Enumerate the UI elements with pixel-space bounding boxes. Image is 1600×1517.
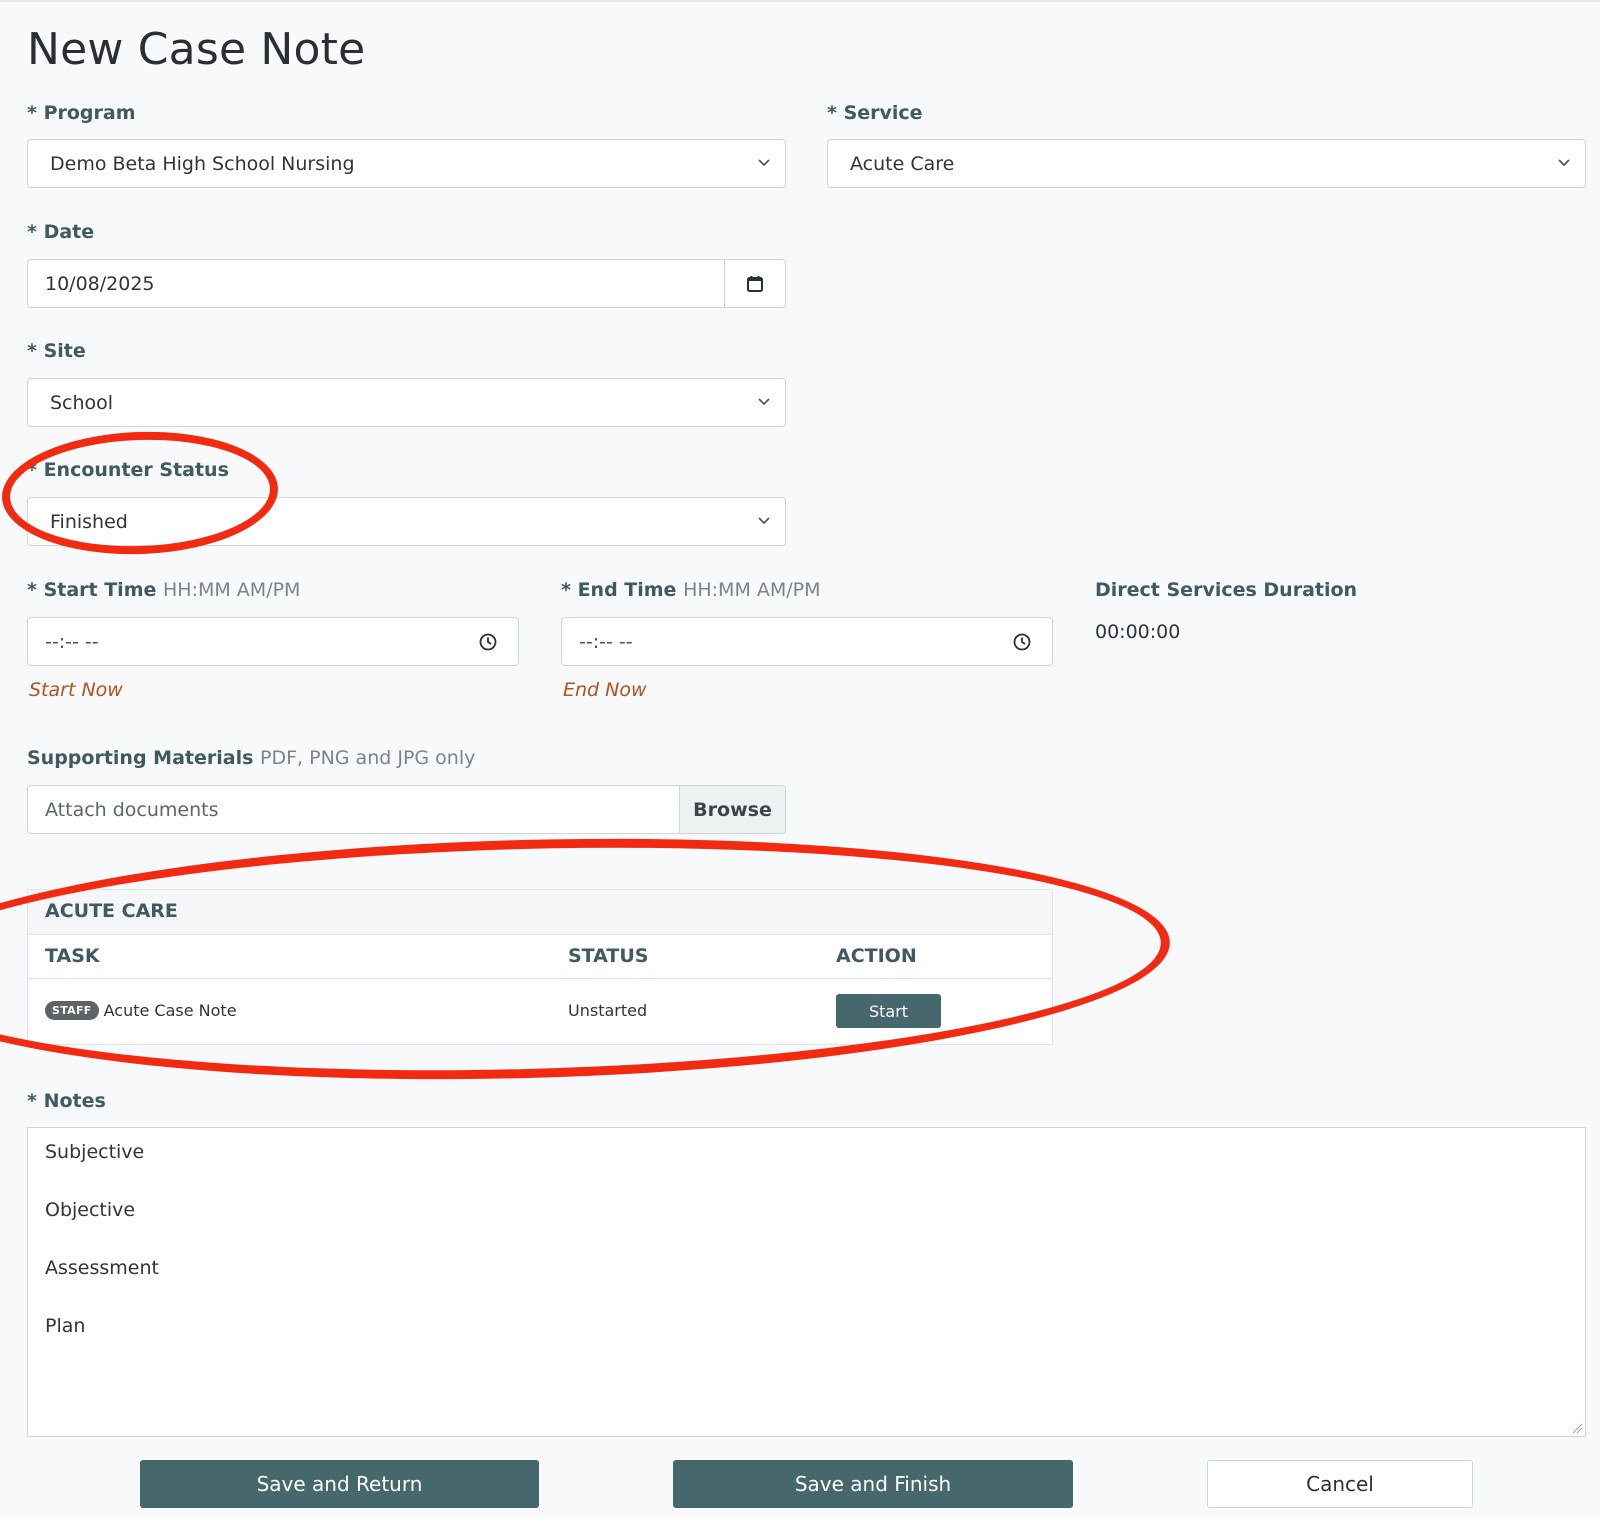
date-picker-button[interactable] [724, 260, 785, 307]
cancel-button[interactable]: Cancel [1207, 1460, 1473, 1508]
required-mark: * [827, 102, 837, 124]
tasks-panel: ACUTE CARE TASK STATUS ACTION STAFF Acut… [27, 889, 1053, 1045]
supporting-materials-label-text: Supporting Materials [27, 747, 254, 769]
attach-documents-input[interactable]: Attach documents Browse [27, 785, 786, 834]
end-time-label-text: End Time [577, 579, 677, 601]
chevron-down-icon [758, 398, 770, 406]
notes-line-plan: Plan [45, 1315, 86, 1337]
start-time-label-text: Start Time [43, 579, 157, 601]
service-select-value: Acute Care [850, 152, 955, 175]
program-label-text: Program [43, 102, 136, 124]
task-name: Acute Case Note [103, 1001, 237, 1020]
notes-line-assessment: Assessment [45, 1257, 159, 1279]
encounter-status-select[interactable]: Finished [27, 497, 786, 546]
end-time-value: --:-- -- [579, 630, 633, 653]
chevron-down-icon [1558, 159, 1570, 167]
notes-label-text: Notes [43, 1090, 106, 1112]
chevron-down-icon [758, 517, 770, 525]
column-header-task: TASK [45, 945, 100, 967]
notes-textarea[interactable]: Subjective Objective Assessment Plan [27, 1127, 1586, 1437]
column-header-action: ACTION [836, 945, 917, 967]
required-mark: * [27, 579, 37, 601]
tasks-section-title: ACUTE CARE [45, 900, 178, 922]
save-and-finish-button[interactable]: Save and Finish [673, 1460, 1073, 1508]
end-time-hint: HH:MM AM/PM [683, 579, 821, 601]
start-time-input[interactable]: --:-- -- [27, 617, 519, 666]
duration-value: 00:00:00 [1095, 621, 1181, 643]
tasks-panel-header [28, 890, 1052, 935]
site-label-text: Site [43, 340, 86, 362]
required-mark: * [561, 579, 571, 601]
encounter-status-value: Finished [50, 510, 128, 533]
required-mark: * [27, 102, 37, 124]
browse-button[interactable]: Browse [679, 786, 785, 833]
task-status: Unstarted [568, 1001, 648, 1020]
column-header-status: STATUS [568, 945, 649, 967]
service-label: * Service [827, 102, 923, 124]
end-time-label: * End Time HH:MM AM/PM [561, 579, 821, 601]
start-time-label: * Start Time HH:MM AM/PM [27, 579, 300, 601]
save-and-return-button[interactable]: Save and Return [140, 1460, 539, 1508]
end-now-link[interactable]: End Now [563, 679, 647, 701]
required-mark: * [27, 1090, 37, 1112]
resize-handle-icon[interactable] [1571, 1422, 1583, 1434]
supporting-materials-label: Supporting Materials PDF, PNG and JPG on… [27, 747, 475, 769]
program-select[interactable]: Demo Beta High School Nursing [27, 139, 786, 188]
service-label-text: Service [843, 102, 923, 124]
supporting-materials-hint: PDF, PNG and JPG only [260, 747, 476, 769]
encounter-status-label-text: Encounter Status [43, 459, 229, 481]
required-mark: * [27, 340, 37, 362]
clock-icon [1013, 633, 1031, 651]
start-time-value: --:-- -- [45, 630, 99, 653]
calendar-icon [747, 275, 763, 292]
notes-line-objective: Objective [45, 1199, 136, 1221]
attach-documents-placeholder: Attach documents [45, 798, 219, 821]
date-label-text: Date [43, 221, 95, 243]
program-select-value: Demo Beta High School Nursing [50, 152, 355, 175]
site-select-value: School [50, 391, 114, 414]
end-time-input[interactable]: --:-- -- [561, 617, 1053, 666]
required-mark: * [27, 459, 37, 481]
encounter-status-label: * Encounter Status [27, 459, 229, 481]
clock-icon [479, 633, 497, 651]
start-task-button[interactable]: Start [836, 994, 941, 1028]
site-select[interactable]: School [27, 378, 786, 427]
required-mark: * [27, 221, 37, 243]
table-row: STAFF Acute Case Note [45, 1001, 237, 1020]
page-title: New Case Note [27, 24, 366, 75]
date-label: * Date [27, 221, 94, 243]
duration-label: Direct Services Duration [1095, 579, 1358, 601]
date-input[interactable]: 10/08/2025 [27, 259, 786, 308]
program-label: * Program [27, 102, 136, 124]
start-time-hint: HH:MM AM/PM [163, 579, 301, 601]
start-now-link[interactable]: Start Now [29, 679, 123, 701]
site-label: * Site [27, 340, 86, 362]
staff-badge: STAFF [45, 1001, 99, 1020]
notes-line-subjective: Subjective [45, 1141, 145, 1163]
service-select[interactable]: Acute Care [827, 139, 1586, 188]
chevron-down-icon [758, 159, 770, 167]
date-input-value: 10/08/2025 [45, 272, 155, 295]
notes-label: * Notes [27, 1090, 106, 1112]
table-divider [28, 978, 1052, 979]
